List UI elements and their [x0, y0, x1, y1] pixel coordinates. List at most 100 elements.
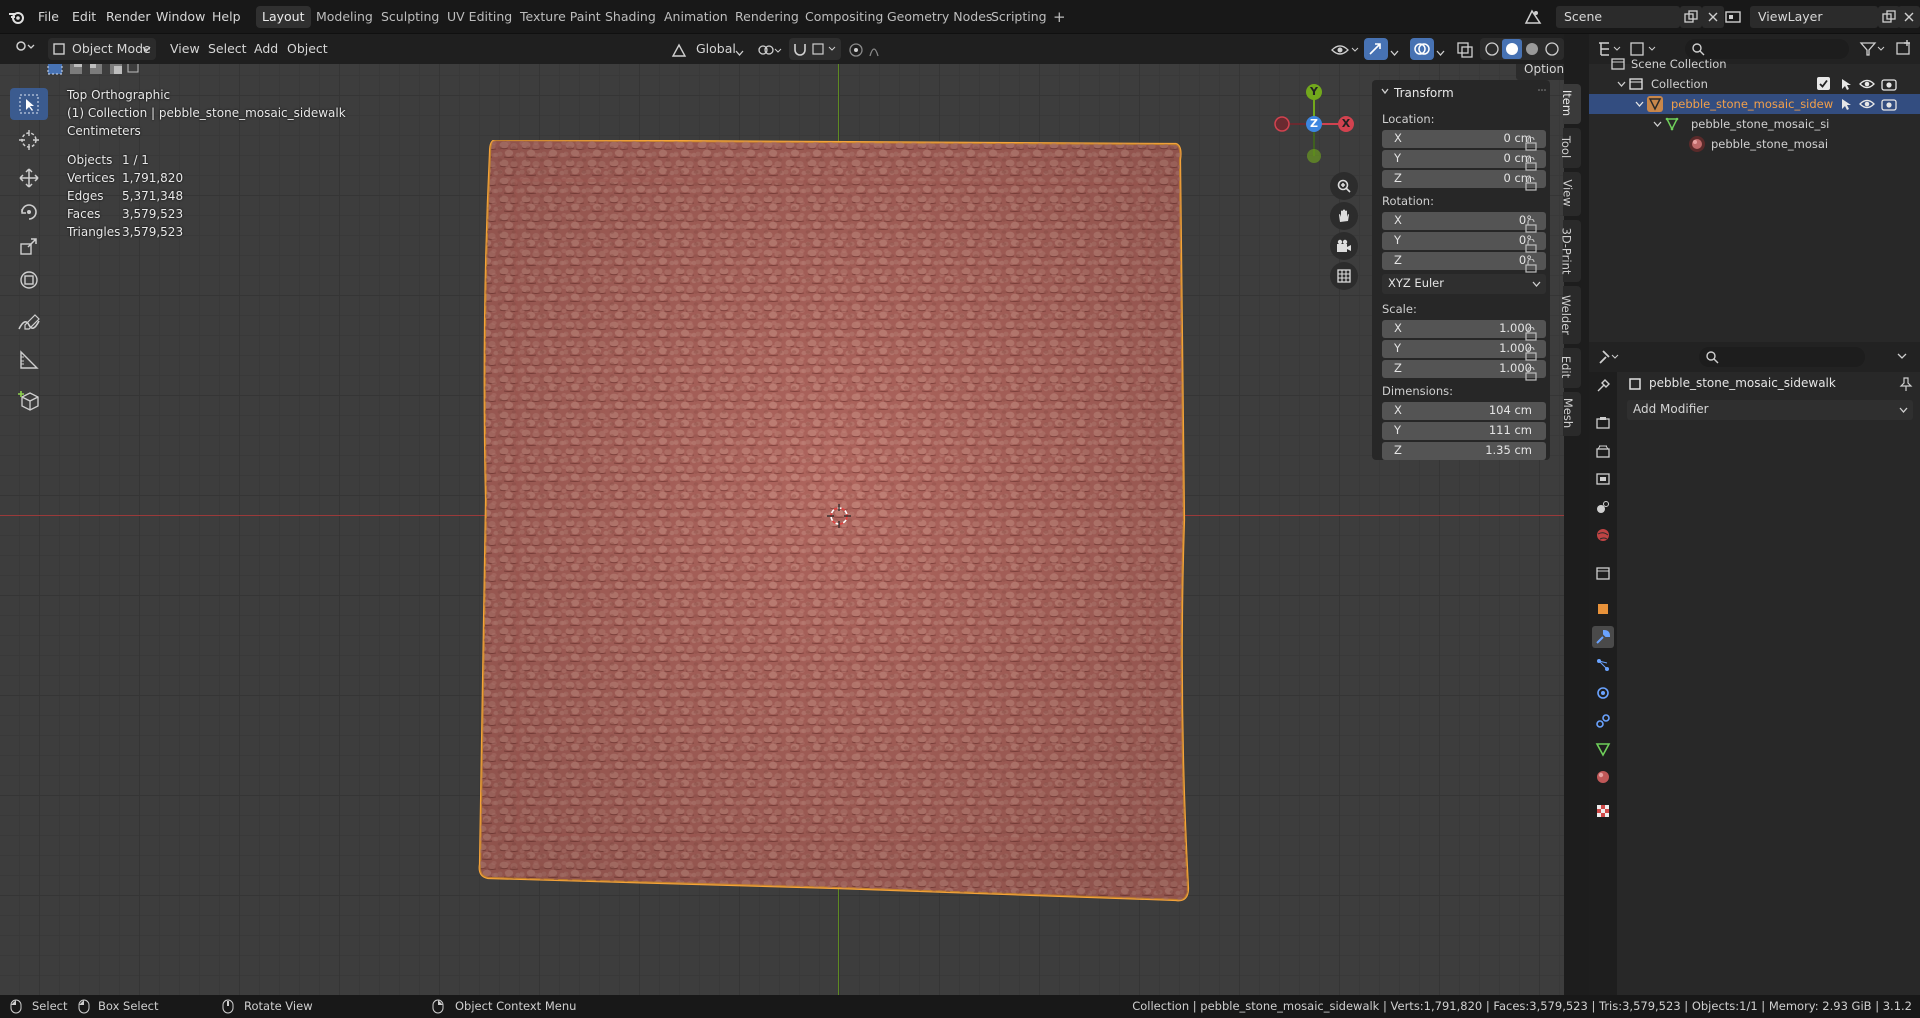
sidebar-tab-3d-print[interactable]: 3D-Print: [1559, 220, 1581, 282]
tab-scripting[interactable]: Scripting: [985, 6, 1053, 28]
overlays-toggle-icon[interactable]: [1410, 38, 1434, 60]
add-modifier-dropdown[interactable]: Add Modifier: [1627, 400, 1913, 420]
scale-y-field[interactable]: Y 1.000: [1382, 340, 1546, 358]
location-z-field[interactable]: Z0 cm: [1382, 170, 1546, 188]
menu-object[interactable]: Object: [281, 38, 334, 60]
tool-settings-tab-icon[interactable]: [1592, 375, 1614, 397]
properties-search-input[interactable]: [1699, 347, 1865, 367]
3d-cursor-icon[interactable]: [826, 503, 852, 529]
sidebar-tab-tool[interactable]: Tool: [1559, 128, 1581, 168]
tab-shading[interactable]: Shading: [599, 6, 662, 28]
chevron-down-icon[interactable]: [1617, 80, 1626, 88]
eye-icon[interactable]: [1859, 77, 1875, 91]
tab-geometry-nodes[interactable]: Geometry Nodes: [881, 6, 998, 28]
3d-viewport[interactable]: Top Orthographic (1) Collection | pebble…: [0, 64, 1564, 995]
sidebar-tab-item[interactable]: Item: [1560, 84, 1581, 124]
collection-tab-icon[interactable]: [1592, 562, 1614, 584]
rotate-tool[interactable]: [10, 196, 48, 228]
lock-icon[interactable]: [1524, 367, 1538, 381]
tab-texture-paint[interactable]: Texture Paint: [514, 6, 607, 28]
outliner-row-scene-collection[interactable]: Scene Collection: [1589, 54, 1920, 74]
view-layer-selector[interactable]: ViewLayer: [1750, 6, 1878, 28]
visibility-eye-icon[interactable]: [1330, 41, 1360, 59]
constraints-tab-icon[interactable]: [1592, 710, 1614, 732]
view-layer-tab-icon[interactable]: [1592, 468, 1614, 490]
tab-sculpting[interactable]: Sculpting: [375, 6, 445, 28]
chevron-down-icon[interactable]: [1653, 120, 1662, 128]
tab-uv-editing[interactable]: UV Editing: [441, 6, 518, 28]
solid-shading-button[interactable]: [1502, 39, 1522, 59]
measure-tool[interactable]: [10, 344, 48, 376]
add-cube-tool[interactable]: [10, 384, 48, 416]
scale-x-field[interactable]: X 1.000: [1382, 320, 1546, 338]
pin-icon[interactable]: [1899, 376, 1913, 392]
editor-type-icon[interactable]: [8, 38, 38, 60]
sidebar-tab-mesh[interactable]: Mesh: [1561, 392, 1581, 436]
lock-icon[interactable]: [1524, 137, 1538, 151]
dimensions-y-field[interactable]: Y 111 cm: [1382, 422, 1546, 440]
cursor-tool[interactable]: [10, 124, 48, 156]
lock-icon[interactable]: [1524, 239, 1538, 253]
select-box-tool[interactable]: [10, 88, 48, 120]
tab-rendering[interactable]: Rendering: [729, 6, 805, 28]
rendered-shading-button[interactable]: [1542, 39, 1562, 59]
menu-add[interactable]: Add: [248, 38, 284, 60]
drag-handle-icon[interactable]: [1538, 89, 1546, 95]
transform-orientation-icon[interactable]: [671, 42, 687, 58]
world-tab-icon[interactable]: [1592, 524, 1614, 546]
sidebar-tab-edit[interactable]: Edit: [1559, 348, 1581, 388]
rotation-y-field[interactable]: Y 0°: [1382, 232, 1546, 250]
lock-icon[interactable]: [1524, 157, 1538, 171]
scale-z-field[interactable]: Z 1.000: [1382, 360, 1546, 378]
lock-icon[interactable]: [1524, 259, 1538, 273]
add-workspace-button[interactable]: +: [1047, 6, 1072, 28]
scene-tab-icon[interactable]: [1592, 496, 1614, 518]
mode-selector[interactable]: Object Mode: [48, 38, 156, 60]
material-preview-button[interactable]: [1522, 39, 1542, 59]
blender-logo-icon[interactable]: [8, 8, 26, 26]
menu-help[interactable]: Help: [208, 7, 245, 27]
eye-icon[interactable]: [1859, 97, 1875, 111]
camera-icon[interactable]: [1330, 232, 1358, 260]
material-tab-icon[interactable]: [1592, 766, 1614, 788]
dimensions-x-field[interactable]: X 104 cm: [1382, 402, 1546, 420]
grid-view-icon[interactable]: [1330, 262, 1358, 290]
xray-toggle-icon[interactable]: [1456, 41, 1474, 59]
tab-modeling[interactable]: Modeling: [310, 6, 379, 28]
scale-tool[interactable]: [10, 230, 48, 262]
object-tab-icon[interactable]: [1592, 598, 1614, 620]
snap-toggle[interactable]: [789, 38, 841, 60]
menu-edit[interactable]: Edit: [68, 7, 100, 27]
menu-window[interactable]: Window: [152, 7, 209, 27]
location-x-field[interactable]: X0 cm: [1382, 130, 1546, 148]
chevron-down-icon[interactable]: [1436, 49, 1445, 57]
rotation-z-field[interactable]: Z 0°: [1382, 252, 1546, 270]
chevron-down-icon[interactable]: [1390, 49, 1399, 57]
lock-icon[interactable]: [1524, 177, 1538, 191]
scene-icon[interactable]: [1522, 6, 1544, 28]
wireframe-shading-button[interactable]: [1481, 39, 1501, 59]
sidebar-tab-welder[interactable]: Welder: [1559, 286, 1581, 344]
hand-pan-icon[interactable]: [1330, 202, 1358, 230]
selection-mode-icons[interactable]: [46, 64, 140, 76]
location-y-field[interactable]: Y0 cm: [1382, 150, 1546, 168]
sidebar-tab-view[interactable]: View: [1561, 172, 1581, 216]
chevron-down-icon[interactable]: [1380, 86, 1390, 96]
particles-tab-icon[interactable]: [1592, 654, 1614, 676]
menu-render[interactable]: Render: [102, 7, 155, 27]
close-view-layer-icon[interactable]: [1898, 6, 1920, 28]
view-layer-icon[interactable]: [1722, 6, 1744, 28]
close-scene-icon[interactable]: [1702, 6, 1724, 28]
dimensions-z-field[interactable]: Z 1.35 cm: [1382, 442, 1546, 460]
lock-icon[interactable]: [1524, 327, 1538, 341]
output-tab-icon[interactable]: [1592, 440, 1614, 462]
tab-layout[interactable]: Layout: [256, 6, 311, 28]
chevron-down-icon[interactable]: [1897, 352, 1907, 360]
annotate-tool[interactable]: [10, 308, 48, 340]
tab-compositing[interactable]: Compositing: [799, 6, 889, 28]
copy-scene-icon[interactable]: [1680, 6, 1702, 28]
gizmo-toggle-icon[interactable]: [1364, 38, 1388, 60]
lock-icon[interactable]: [1524, 219, 1538, 233]
texture-tab-icon[interactable]: [1592, 800, 1614, 822]
menu-select[interactable]: Select: [202, 38, 253, 60]
